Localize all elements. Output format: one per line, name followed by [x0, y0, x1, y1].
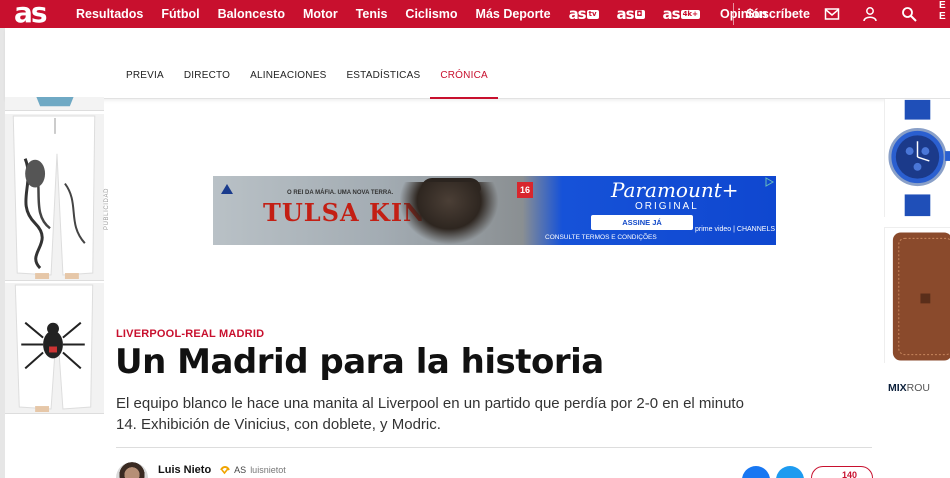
tab-estadisticas[interactable]: ESTADÍSTICAS	[346, 70, 420, 98]
article-kicker[interactable]: LIVERPOOL-REAL MADRID	[116, 328, 264, 340]
as-photo-link[interactable]: as ◘	[617, 5, 645, 23]
nav-mas-deporte[interactable]: Más Deporte	[476, 7, 551, 21]
nav-ciclismo[interactable]: Ciclismo	[405, 7, 457, 21]
ad-cta-button[interactable]: ASSINE JÁ	[591, 215, 693, 230]
nav-resultados[interactable]: Resultados	[76, 7, 143, 21]
nav-baloncesto[interactable]: Baloncesto	[218, 7, 285, 21]
comments-button[interactable]: 140	[811, 466, 873, 478]
nav-futbol[interactable]: Fútbol	[161, 7, 199, 21]
subscribe-link[interactable]: Suscríbete	[746, 0, 810, 28]
comments-count: 140	[842, 470, 858, 478]
as-plus-link[interactable]: as 4k+	[663, 5, 700, 23]
author-handle[interactable]: luisnietot	[250, 465, 286, 475]
match-subnav: PREVIA DIRECTO ALINEACIONES ESTADÍSTICAS…	[5, 28, 950, 99]
nav-divider	[733, 3, 734, 25]
mix-brand-logo[interactable]: MIXROU	[888, 382, 930, 394]
product-image-spider-pants[interactable]	[5, 283, 104, 414]
ad-brand: Paramount+	[611, 178, 739, 202]
author-org: AS	[234, 465, 247, 475]
paramount-logo-icon	[221, 184, 233, 194]
tab-alineaciones[interactable]: ALINEACIONES	[250, 70, 326, 98]
tab-directo[interactable]: DIRECTO	[184, 70, 230, 98]
article-summary: El equipo blanco le hace una manita al L…	[116, 395, 744, 433]
mix-brand-name: MIX	[888, 382, 907, 394]
user-icon[interactable]	[862, 6, 878, 22]
as-tv-link[interactable]: as tv	[569, 5, 599, 23]
right-rail-ads: MIXROU	[884, 99, 950, 478]
ad-label: PUBLICIDAD	[104, 187, 110, 230]
as-logo[interactable]: as	[14, 0, 48, 29]
ad-actor-image	[399, 182, 499, 245]
plus-badge: 4k+	[680, 9, 700, 19]
as-plus-name: as	[662, 5, 681, 23]
product-image-wallet[interactable]	[884, 227, 950, 363]
product-image-octopus-pants[interactable]	[5, 114, 104, 281]
author-avatar[interactable]	[116, 462, 148, 478]
search-icon[interactable]	[901, 6, 917, 22]
edition-selector[interactable]: E E	[939, 0, 950, 22]
product-image-watch[interactable]	[884, 99, 950, 217]
article-headline: Un Madrid para la historia	[115, 342, 604, 382]
ad-channel: prime video | CHANNELS	[695, 226, 776, 233]
mail-icon[interactable]	[824, 6, 840, 22]
twitter-share-icon[interactable]	[776, 466, 804, 478]
author-name[interactable]: Luis Nieto	[158, 464, 211, 476]
byline: Luis Nieto AS luisnietot	[116, 462, 286, 478]
ad-tagline: O REI DA MÁFIA. UMA NOVA TERRA.	[287, 190, 394, 196]
tab-previa[interactable]: PREVIA	[126, 70, 164, 98]
ad-terms: CONSULTE TERMOS E CONDIÇÕES	[545, 234, 657, 241]
nav-motor[interactable]: Motor	[303, 7, 338, 21]
adchoices-icon[interactable]	[764, 177, 774, 187]
product-image-top[interactable]	[5, 97, 104, 111]
separator	[116, 447, 872, 448]
age-rating-badge: 16	[517, 182, 533, 198]
banner-ad[interactable]: O REI DA MÁFIA. UMA NOVA TERRA. TULSA KI…	[213, 176, 776, 245]
ad-brand-sub: ORIGINAL	[635, 201, 699, 212]
facebook-share-icon[interactable]	[742, 466, 770, 478]
verified-badge-icon	[220, 466, 231, 475]
tv-badge: tv	[586, 9, 599, 19]
tab-cronica[interactable]: CRÓNICA	[430, 70, 498, 99]
camera-icon: ◘	[634, 9, 645, 19]
top-navbar: as Resultados Fútbol Baloncesto Motor Te…	[0, 0, 950, 29]
as-tv-name: as	[568, 5, 587, 23]
as-photo-name: as	[616, 5, 635, 23]
left-product-ad[interactable]	[5, 97, 104, 414]
main-nav: Resultados Fútbol Baloncesto Motor Tenis…	[76, 0, 785, 28]
mix-brand-suffix: ROU	[906, 382, 931, 394]
nav-tenis[interactable]: Tenis	[356, 7, 388, 21]
